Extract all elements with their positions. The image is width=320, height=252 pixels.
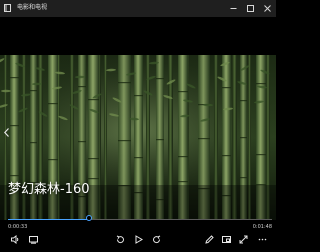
bamboo-node (88, 178, 99, 180)
play-button[interactable] (132, 233, 144, 245)
maximize-button[interactable] (243, 2, 257, 14)
bamboo-node (156, 139, 164, 141)
bamboo-node (240, 177, 247, 179)
close-icon (263, 4, 271, 12)
bamboo-node (118, 82, 131, 84)
minimize-icon (230, 7, 236, 9)
chevron-left-icon (3, 127, 9, 137)
bamboo-node (222, 155, 231, 157)
bamboo-node (256, 83, 266, 85)
video-title: 梦幻森林-160 (8, 182, 90, 197)
fullscreen-button[interactable] (237, 233, 249, 245)
more-icon (258, 238, 266, 240)
bamboo-node (240, 100, 247, 102)
bamboo-node (10, 77, 19, 79)
total-time: 0:01:48 (252, 224, 272, 230)
previous-button[interactable] (2, 125, 10, 139)
bamboo-node (78, 141, 86, 143)
bamboo-node (30, 142, 37, 144)
subtitles-button[interactable] (27, 233, 39, 245)
bamboo-node (198, 138, 210, 140)
seek-thumb[interactable] (85, 215, 92, 221)
seek-bar-progress (8, 219, 89, 220)
forward-icon (152, 235, 160, 243)
expand-icon (239, 235, 247, 243)
film-icon (4, 4, 11, 12)
app-title: 电影和电视 (17, 4, 48, 11)
speaker-icon (10, 234, 18, 244)
bamboo-node (240, 137, 247, 139)
bamboo-node (178, 156, 188, 158)
more-button[interactable] (256, 233, 268, 245)
skip-forward-button[interactable] (150, 233, 162, 245)
bamboo-node (134, 95, 143, 97)
play-icon (135, 234, 143, 244)
captions-icon (28, 235, 38, 244)
rewind-icon (116, 235, 124, 243)
bamboo-node (178, 91, 188, 93)
bamboo-node (30, 90, 37, 92)
bamboo-node (156, 78, 164, 80)
minimize-button[interactable] (226, 2, 240, 14)
edit-button[interactable] (203, 233, 215, 245)
bamboo-node (88, 99, 99, 101)
picture-in-picture-icon (221, 235, 231, 243)
bamboo-node (10, 125, 19, 127)
volume-button[interactable] (9, 233, 21, 245)
bamboo-node (48, 159, 58, 161)
mini-view-button[interactable] (220, 233, 232, 245)
maximize-icon (246, 4, 254, 12)
bamboo-node (118, 140, 131, 142)
current-time: 0:00:33 (8, 224, 28, 230)
bamboo-node (256, 154, 266, 156)
bamboo-node (134, 157, 143, 159)
bamboo-node (78, 86, 86, 88)
skip-back-button[interactable] (114, 233, 126, 245)
bamboo-leaf (1, 89, 11, 93)
bamboo-node (10, 175, 19, 177)
video-player[interactable] (0, 17, 276, 252)
bamboo-node (178, 181, 188, 183)
bamboo-node (222, 87, 231, 89)
pencil-icon (204, 234, 214, 244)
close-button[interactable] (260, 2, 274, 14)
bamboo-node (48, 103, 58, 105)
window-titlebar[interactable]: 电影和电视 (0, 0, 276, 17)
bamboo-node (88, 158, 99, 160)
seek-bar[interactable] (8, 219, 272, 220)
